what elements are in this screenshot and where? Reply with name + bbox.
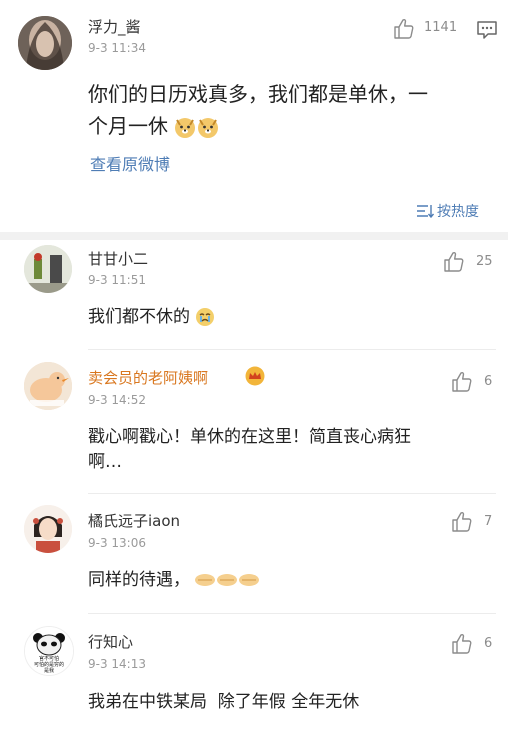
reply-time: 9-3 13:06 [88,536,146,550]
avatar[interactable] [18,16,72,70]
divider [88,493,496,494]
reply-time: 9-3 11:51 [88,273,146,287]
divider [88,349,496,350]
reply-text: 我们都不休的 [88,302,215,327]
reply-time: 9-3 14:52 [88,393,146,407]
comment-text-line-2: 个月一休 [88,110,220,140]
avatar[interactable]: 官不可怕 可怕的是穷的 是我 [24,626,74,676]
reply-author[interactable]: 卖会员的老阿姨啊 [88,367,208,388]
thumbs-up-icon[interactable] [450,510,474,534]
doge-emoji-icon [175,117,219,138]
panda-avatar-image: 官不可怕 可怕的是穷的 是我 [25,627,73,675]
avatar-caption-1: 官不可怕 [39,655,59,662]
reply-text-content: 我们都不休的 [88,307,190,327]
divider [88,613,496,614]
avatar-photo [18,16,72,70]
reply-text-line-2: 啊… [88,452,122,472]
like-count: 6 [484,374,493,389]
reply-text-line-1: 戳心啊戳心！单休的在这里！简直丧心病狂 [88,427,411,447]
avatar-caption-3: 是我 [44,667,54,674]
avatar[interactable] [24,362,72,410]
like-count: 7 [484,514,493,529]
crown-badge-icon [245,366,265,386]
thumbs-up-icon[interactable] [392,17,416,41]
avatar-image [24,245,72,293]
reply-author[interactable]: 橘氏远子iaon [88,510,180,531]
avatar[interactable] [24,505,72,553]
reply-text: 同样的待遇， [88,565,261,590]
avatar-image [24,362,72,410]
avatar-image [24,505,72,553]
sort-button[interactable]: 按热度 [416,201,479,221]
sort-icon [417,205,434,218]
section-divider [0,232,508,240]
reply-author[interactable]: 行知心 [88,631,133,652]
comment-text-line-1: 你们的日历戏真多，我们都是单休，一 [88,82,428,106]
folded-hands-emoji-icon [195,574,260,586]
crying-emoji-icon [196,308,215,326]
reply-text-content: 同样的待遇， [88,570,190,590]
avatar[interactable] [24,245,72,293]
view-original-post-link[interactable]: 查看原微博 [90,151,170,175]
main-comment: 浮力_酱 9-3 11:34 1141 你们的日历戏真多，我们都是单休，一 个月… [0,0,508,232]
thumbs-up-icon[interactable] [450,370,474,394]
comment-icon[interactable] [476,19,498,41]
like-count: 1141 [424,20,458,35]
like-count: 25 [476,254,493,269]
comment-author[interactable]: 浮力_酱 [88,16,141,37]
reply-time: 9-3 14:13 [88,657,146,671]
comment-text-line-2-text: 个月一休 [88,114,168,138]
reply-text: 我弟在中铁某局 除了年假 全年无休 [88,692,360,712]
sort-label: 按热度 [437,204,479,220]
comment-time: 9-3 11:34 [88,41,146,55]
thumbs-up-icon[interactable] [450,632,474,656]
thumbs-up-icon[interactable] [442,250,466,274]
reply-author[interactable]: 甘甘小二 [88,248,148,269]
avatar-caption-2: 可怕的是穷的 [34,661,64,668]
like-count: 6 [484,636,493,651]
